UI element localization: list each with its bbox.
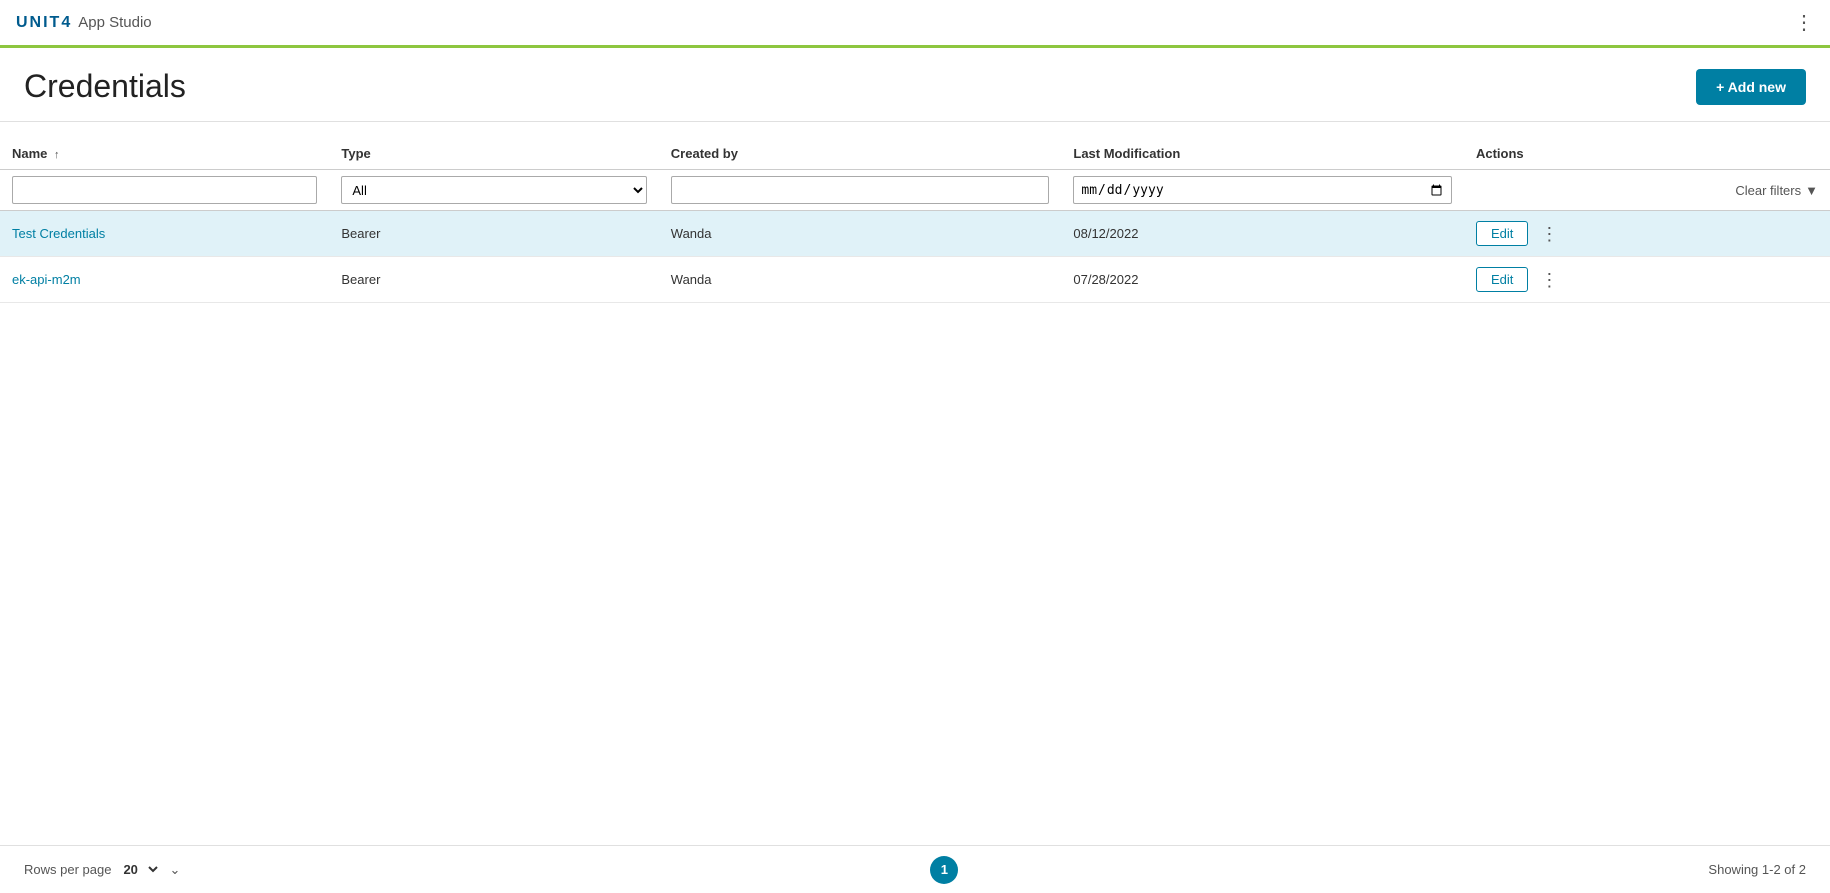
rows-per-page-label: Rows per page (24, 862, 111, 877)
topbar: UNIT4 App Studio ⋮ (0, 0, 1830, 48)
footer: Rows per page 20 50 100 ⌄ 1 Showing 1-2 … (0, 845, 1830, 893)
filter-row: All Bearer Basic OAuth Clear filters (0, 170, 1830, 211)
filter-lastmod-cell (1061, 170, 1464, 211)
row-last-mod: 08/12/2022 (1061, 211, 1464, 257)
col-header-actions: Actions (1464, 138, 1720, 170)
filter-lastmod-input[interactable] (1073, 176, 1452, 204)
col-type-label: Type (341, 146, 370, 161)
col-header-last-mod: Last Modification (1061, 138, 1464, 170)
col-lastmod-label: Last Modification (1073, 146, 1180, 161)
table-area: Name ↑ Type Created by Last Modification… (0, 122, 1830, 303)
rows-per-page: Rows per page 20 50 100 ⌄ (24, 861, 180, 878)
row-name: ek-api-m2m (0, 257, 329, 303)
brand-unit4: UNIT4 (16, 14, 72, 32)
more-button-1[interactable]: ⋮ (1534, 269, 1564, 291)
row-last-mod: 07/28/2022 (1061, 257, 1464, 303)
add-new-button[interactable]: + Add new (1696, 69, 1806, 105)
table-row: Test Credentials Bearer Wanda 08/12/2022… (0, 211, 1830, 257)
col-actions-label: Actions (1476, 146, 1524, 161)
filter-name-cell (0, 170, 329, 211)
page-header: Credentials + Add new (0, 48, 1830, 121)
more-button-0[interactable]: ⋮ (1534, 223, 1564, 245)
col-header-type: Type (329, 138, 658, 170)
col-header-clear (1720, 138, 1830, 170)
filter-name-input[interactable] (12, 176, 317, 204)
filter-type-select[interactable]: All Bearer Basic OAuth (341, 176, 646, 204)
filter-type-cell: All Bearer Basic OAuth (329, 170, 658, 211)
brand: UNIT4 App Studio (16, 14, 152, 32)
page-title: Credentials (24, 68, 186, 105)
filter-actions-cell (1464, 170, 1720, 211)
table-row: ek-api-m2m Bearer Wanda 07/28/2022 Edit … (0, 257, 1830, 303)
filter-created-cell (659, 170, 1062, 211)
page-1-button[interactable]: 1 (930, 856, 958, 884)
showing-text: Showing 1-2 of 2 (1708, 862, 1806, 877)
row-type: Bearer (329, 257, 658, 303)
row-actions: Edit ⋮ (1464, 211, 1720, 257)
clear-filters-button[interactable]: Clear filters ▼ (1735, 183, 1818, 198)
filter-clear-cell: Clear filters ▼ (1720, 170, 1830, 211)
filter-icon: ▼ (1805, 183, 1818, 198)
col-header-name[interactable]: Name ↑ (0, 138, 329, 170)
pagination: 1 (930, 856, 958, 884)
sort-icon-name: ↑ (54, 149, 60, 161)
brand-app: App Studio (78, 14, 151, 31)
filter-created-input[interactable] (671, 176, 1050, 204)
clear-filters-label: Clear filters (1735, 183, 1801, 198)
row-created-by: Wanda (659, 211, 1062, 257)
edit-button-0[interactable]: Edit (1476, 221, 1528, 246)
rows-per-page-select[interactable]: 20 50 100 (119, 861, 161, 878)
credentials-table: Name ↑ Type Created by Last Modification… (0, 138, 1830, 303)
col-header-created-by: Created by (659, 138, 1062, 170)
col-created-label: Created by (671, 146, 738, 161)
row-name: Test Credentials (0, 211, 329, 257)
rows-dropdown-icon: ⌄ (169, 862, 180, 878)
col-name-label: Name (12, 146, 47, 161)
table-header-row: Name ↑ Type Created by Last Modification… (0, 138, 1830, 170)
row-type: Bearer (329, 211, 658, 257)
row-actions: Edit ⋮ (1464, 257, 1720, 303)
menu-icon[interactable]: ⋮ (1794, 10, 1814, 35)
edit-button-1[interactable]: Edit (1476, 267, 1528, 292)
row-created-by: Wanda (659, 257, 1062, 303)
